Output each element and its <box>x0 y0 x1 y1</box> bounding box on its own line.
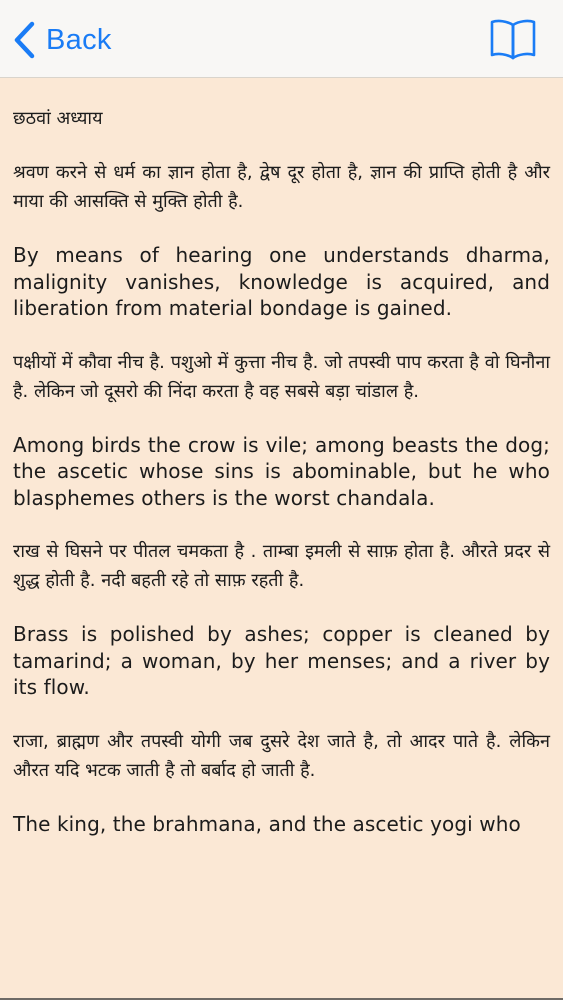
verse-english: By means of hearing one understands dhar… <box>13 243 550 320</box>
open-book-icon[interactable] <box>489 16 537 62</box>
verse-english: Among birds the crow is vile; among beas… <box>13 432 550 510</box>
verse-hindi: श्रवण करने से धर्म का ज्ञान होता है, द्व… <box>13 162 550 212</box>
back-button[interactable]: Back <box>12 20 112 60</box>
verse-hindi: राजा, ब्राह्मण और तपस्वी योगी जब दुसरे द… <box>13 730 550 781</box>
verse-english: Brass is polished by ashes; copper is cl… <box>13 622 550 699</box>
verse-english: The king, the brahmana, and the ascetic … <box>13 811 521 836</box>
reading-content[interactable]: छठवां अध्याय श्रवण करने से धर्म का ज्ञान… <box>0 78 563 1000</box>
verse-hindi: राख से घिसने पर पीतल चमकता है . ताम्बा इ… <box>13 541 550 591</box>
back-label: Back <box>46 23 112 56</box>
chevron-left-icon <box>14 21 35 59</box>
navigation-bar: Back <box>0 0 563 78</box>
verse-hindi: पक्षीयों में कौवा नीच है. पशुओ में कुत्त… <box>13 351 550 402</box>
chapter-title: छठवां अध्याय <box>13 108 103 129</box>
